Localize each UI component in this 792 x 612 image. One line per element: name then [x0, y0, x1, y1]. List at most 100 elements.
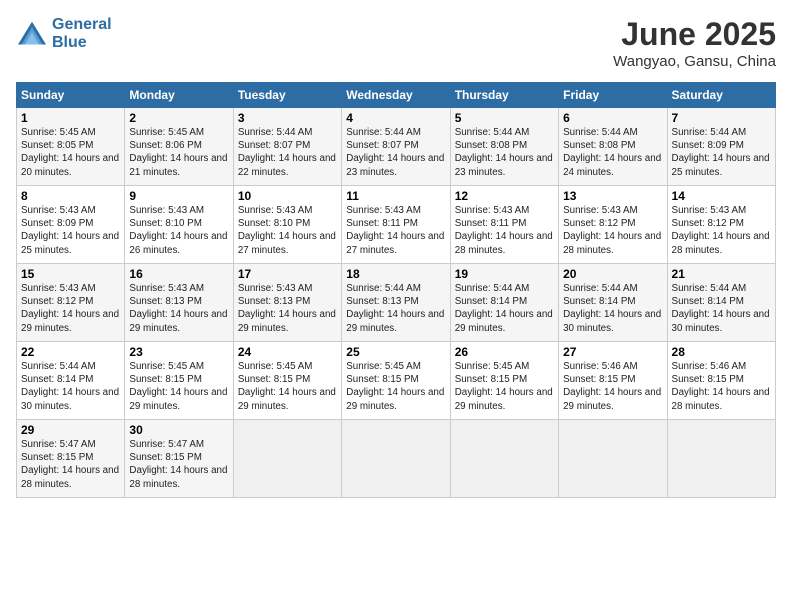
day-cell-1: 1 Sunrise: 5:45 AM Sunset: 8:05 PM Dayli… [17, 108, 125, 186]
day-number: 22 [21, 345, 120, 359]
day-info: Sunrise: 5:47 AM Sunset: 8:15 PM Dayligh… [129, 438, 228, 491]
empty-cell [667, 420, 775, 498]
day-number: 20 [563, 267, 662, 281]
day-cell-29: 29 Sunrise: 5:47 AM Sunset: 8:15 PM Dayl… [17, 420, 125, 498]
day-cell-12: 12 Sunrise: 5:43 AM Sunset: 8:11 PM Dayl… [450, 186, 558, 264]
day-number: 28 [672, 345, 771, 359]
header-saturday: Saturday [667, 83, 775, 108]
day-info: Sunrise: 5:45 AM Sunset: 8:15 PM Dayligh… [455, 360, 554, 413]
day-number: 8 [21, 189, 120, 203]
day-info: Sunrise: 5:44 AM Sunset: 8:13 PM Dayligh… [346, 282, 445, 335]
day-number: 4 [346, 111, 445, 125]
day-number: 25 [346, 345, 445, 359]
day-info: Sunrise: 5:43 AM Sunset: 8:12 PM Dayligh… [21, 282, 120, 335]
day-number: 6 [563, 111, 662, 125]
logo-icon [16, 20, 48, 48]
day-info: Sunrise: 5:43 AM Sunset: 8:09 PM Dayligh… [21, 204, 120, 257]
empty-cell [559, 420, 667, 498]
header: General Blue June 2025 Wangyao, Gansu, C… [16, 16, 776, 70]
day-number: 1 [21, 111, 120, 125]
day-number: 9 [129, 189, 228, 203]
calendar-row: 29 Sunrise: 5:47 AM Sunset: 8:15 PM Dayl… [17, 420, 776, 498]
day-cell-7: 7 Sunrise: 5:44 AM Sunset: 8:09 PM Dayli… [667, 108, 775, 186]
day-number: 29 [21, 423, 120, 437]
calendar-row: 15 Sunrise: 5:43 AM Sunset: 8:12 PM Dayl… [17, 264, 776, 342]
day-cell-13: 13 Sunrise: 5:43 AM Sunset: 8:12 PM Dayl… [559, 186, 667, 264]
header-wednesday: Wednesday [342, 83, 450, 108]
calendar-row: 1 Sunrise: 5:45 AM Sunset: 8:05 PM Dayli… [17, 108, 776, 186]
day-info: Sunrise: 5:44 AM Sunset: 8:07 PM Dayligh… [238, 126, 337, 179]
day-number: 15 [21, 267, 120, 281]
calendar-row: 22 Sunrise: 5:44 AM Sunset: 8:14 PM Dayl… [17, 342, 776, 420]
day-info: Sunrise: 5:44 AM Sunset: 8:14 PM Dayligh… [455, 282, 554, 335]
logo-text: General Blue [52, 16, 112, 51]
day-number: 21 [672, 267, 771, 281]
day-number: 12 [455, 189, 554, 203]
day-info: Sunrise: 5:47 AM Sunset: 8:15 PM Dayligh… [21, 438, 120, 491]
day-number: 3 [238, 111, 337, 125]
day-cell-2: 2 Sunrise: 5:45 AM Sunset: 8:06 PM Dayli… [125, 108, 233, 186]
day-cell-20: 20 Sunrise: 5:44 AM Sunset: 8:14 PM Dayl… [559, 264, 667, 342]
day-cell-19: 19 Sunrise: 5:44 AM Sunset: 8:14 PM Dayl… [450, 264, 558, 342]
day-cell-27: 27 Sunrise: 5:46 AM Sunset: 8:15 PM Dayl… [559, 342, 667, 420]
day-info: Sunrise: 5:45 AM Sunset: 8:15 PM Dayligh… [346, 360, 445, 413]
day-cell-17: 17 Sunrise: 5:43 AM Sunset: 8:13 PM Dayl… [233, 264, 341, 342]
day-number: 14 [672, 189, 771, 203]
day-number: 26 [455, 345, 554, 359]
day-number: 11 [346, 189, 445, 203]
logo: General Blue [16, 16, 112, 51]
day-info: Sunrise: 5:44 AM Sunset: 8:14 PM Dayligh… [21, 360, 120, 413]
day-number: 2 [129, 111, 228, 125]
day-cell-26: 26 Sunrise: 5:45 AM Sunset: 8:15 PM Dayl… [450, 342, 558, 420]
location: Wangyao, Gansu, China [613, 53, 776, 70]
day-cell-9: 9 Sunrise: 5:43 AM Sunset: 8:10 PM Dayli… [125, 186, 233, 264]
empty-cell [233, 420, 341, 498]
day-info: Sunrise: 5:45 AM Sunset: 8:15 PM Dayligh… [238, 360, 337, 413]
title-block: June 2025 Wangyao, Gansu, China [613, 16, 776, 70]
day-cell-16: 16 Sunrise: 5:43 AM Sunset: 8:13 PM Dayl… [125, 264, 233, 342]
day-cell-28: 28 Sunrise: 5:46 AM Sunset: 8:15 PM Dayl… [667, 342, 775, 420]
day-cell-15: 15 Sunrise: 5:43 AM Sunset: 8:12 PM Dayl… [17, 264, 125, 342]
month-title: June 2025 [613, 16, 776, 53]
header-friday: Friday [559, 83, 667, 108]
weekday-header-row: Sunday Monday Tuesday Wednesday Thursday… [17, 83, 776, 108]
day-info: Sunrise: 5:43 AM Sunset: 8:13 PM Dayligh… [238, 282, 337, 335]
day-info: Sunrise: 5:44 AM Sunset: 8:08 PM Dayligh… [563, 126, 662, 179]
day-cell-21: 21 Sunrise: 5:44 AM Sunset: 8:14 PM Dayl… [667, 264, 775, 342]
day-cell-3: 3 Sunrise: 5:44 AM Sunset: 8:07 PM Dayli… [233, 108, 341, 186]
day-number: 16 [129, 267, 228, 281]
day-number: 24 [238, 345, 337, 359]
day-cell-11: 11 Sunrise: 5:43 AM Sunset: 8:11 PM Dayl… [342, 186, 450, 264]
day-info: Sunrise: 5:44 AM Sunset: 8:14 PM Dayligh… [672, 282, 771, 335]
day-cell-6: 6 Sunrise: 5:44 AM Sunset: 8:08 PM Dayli… [559, 108, 667, 186]
day-info: Sunrise: 5:43 AM Sunset: 8:10 PM Dayligh… [129, 204, 228, 257]
day-cell-14: 14 Sunrise: 5:43 AM Sunset: 8:12 PM Dayl… [667, 186, 775, 264]
day-number: 13 [563, 189, 662, 203]
day-cell-23: 23 Sunrise: 5:45 AM Sunset: 8:15 PM Dayl… [125, 342, 233, 420]
header-monday: Monday [125, 83, 233, 108]
day-info: Sunrise: 5:44 AM Sunset: 8:09 PM Dayligh… [672, 126, 771, 179]
day-number: 23 [129, 345, 228, 359]
day-number: 7 [672, 111, 771, 125]
day-cell-8: 8 Sunrise: 5:43 AM Sunset: 8:09 PM Dayli… [17, 186, 125, 264]
day-cell-10: 10 Sunrise: 5:43 AM Sunset: 8:10 PM Dayl… [233, 186, 341, 264]
header-thursday: Thursday [450, 83, 558, 108]
calendar-table: Sunday Monday Tuesday Wednesday Thursday… [16, 82, 776, 498]
day-cell-25: 25 Sunrise: 5:45 AM Sunset: 8:15 PM Dayl… [342, 342, 450, 420]
day-info: Sunrise: 5:44 AM Sunset: 8:07 PM Dayligh… [346, 126, 445, 179]
day-info: Sunrise: 5:46 AM Sunset: 8:15 PM Dayligh… [563, 360, 662, 413]
logo-line2: Blue [52, 34, 87, 51]
day-info: Sunrise: 5:43 AM Sunset: 8:12 PM Dayligh… [672, 204, 771, 257]
day-info: Sunrise: 5:43 AM Sunset: 8:10 PM Dayligh… [238, 204, 337, 257]
empty-cell [342, 420, 450, 498]
day-info: Sunrise: 5:44 AM Sunset: 8:14 PM Dayligh… [563, 282, 662, 335]
day-number: 5 [455, 111, 554, 125]
day-number: 18 [346, 267, 445, 281]
page: General Blue June 2025 Wangyao, Gansu, C… [0, 0, 792, 612]
day-info: Sunrise: 5:43 AM Sunset: 8:11 PM Dayligh… [346, 204, 445, 257]
day-info: Sunrise: 5:43 AM Sunset: 8:13 PM Dayligh… [129, 282, 228, 335]
day-cell-4: 4 Sunrise: 5:44 AM Sunset: 8:07 PM Dayli… [342, 108, 450, 186]
day-info: Sunrise: 5:46 AM Sunset: 8:15 PM Dayligh… [672, 360, 771, 413]
empty-cell [450, 420, 558, 498]
day-info: Sunrise: 5:43 AM Sunset: 8:11 PM Dayligh… [455, 204, 554, 257]
